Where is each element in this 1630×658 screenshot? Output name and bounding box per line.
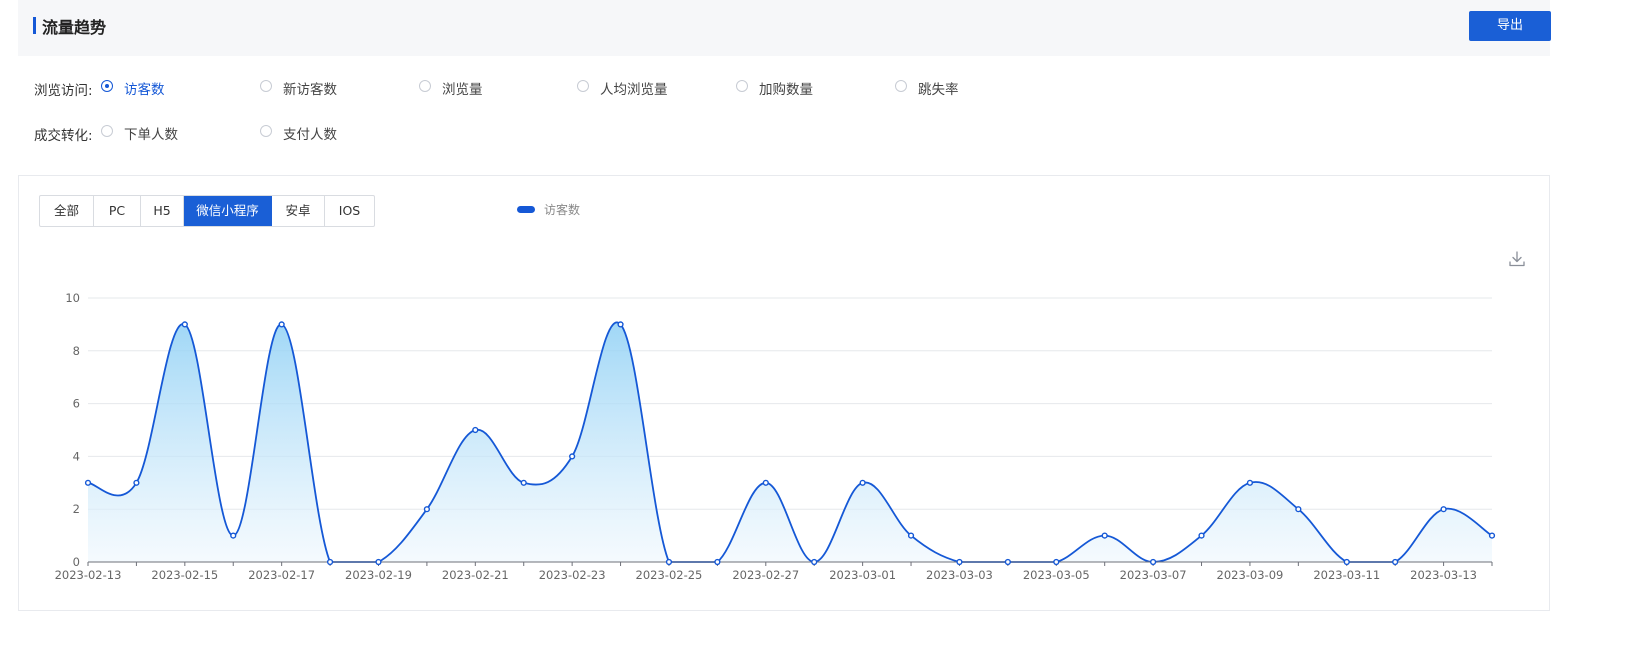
data-point[interactable] <box>762 479 769 486</box>
y-tick-label: 10 <box>65 291 80 305</box>
data-point[interactable] <box>1295 506 1302 513</box>
x-tick-label: 2023-02-21 <box>442 568 509 582</box>
data-point[interactable] <box>1392 558 1399 566</box>
data-point[interactable] <box>811 558 818 566</box>
x-tick-label: 2023-03-13 <box>1410 568 1477 582</box>
x-tick-label: 2023-02-15 <box>151 568 218 582</box>
data-point[interactable] <box>84 479 92 486</box>
y-tick-label: 2 <box>73 502 80 516</box>
y-tick-label: 8 <box>73 344 80 358</box>
data-point[interactable] <box>278 321 285 328</box>
data-point[interactable] <box>617 321 624 328</box>
data-point[interactable] <box>1150 558 1157 566</box>
data-point[interactable] <box>569 453 576 460</box>
x-tick-label: 2023-03-11 <box>1313 568 1380 582</box>
area-chart: 0 2 4 6 8 10 2023-02-13 2023-02-15 2023-02-17 202… <box>55 291 1496 582</box>
data-point[interactable] <box>1053 558 1060 566</box>
x-tick-label: 2023-03-07 <box>1120 568 1187 582</box>
x-tick-label: 2023-03-01 <box>829 568 896 582</box>
data-point[interactable] <box>133 479 140 486</box>
data-point[interactable] <box>956 558 963 566</box>
data-point[interactable] <box>859 479 866 486</box>
data-point[interactable] <box>1004 558 1011 566</box>
y-tick-label: 6 <box>73 397 80 411</box>
data-point[interactable] <box>1198 532 1205 539</box>
x-tick-label: 2023-02-23 <box>539 568 606 582</box>
x-tick-label: 2023-02-25 <box>636 568 703 582</box>
data-point[interactable] <box>520 479 527 486</box>
y-tick-label: 0 <box>73 555 80 569</box>
data-point[interactable] <box>1101 532 1108 539</box>
data-point[interactable] <box>1440 506 1447 513</box>
x-tick-label: 2023-02-17 <box>248 568 315 582</box>
x-tick-label: 2023-02-19 <box>345 568 412 582</box>
data-point[interactable] <box>181 321 188 328</box>
x-tick-label: 2023-03-03 <box>926 568 993 582</box>
data-point[interactable] <box>1246 479 1254 486</box>
data-point[interactable] <box>230 532 237 539</box>
data-point[interactable] <box>375 558 382 566</box>
y-tick-label: 4 <box>73 449 80 463</box>
x-tick-label: 2023-02-27 <box>732 568 799 582</box>
data-point[interactable] <box>907 532 915 539</box>
data-point[interactable] <box>326 558 334 566</box>
data-point[interactable] <box>1488 532 1496 539</box>
data-point[interactable] <box>1343 558 1350 566</box>
data-point[interactable] <box>665 558 673 566</box>
x-tick-label: 2023-03-05 <box>1023 568 1090 582</box>
series-area-fill <box>88 322 1492 562</box>
data-point[interactable] <box>472 426 479 434</box>
data-point[interactable] <box>714 558 721 566</box>
x-tick-label: 2023-02-13 <box>55 568 122 582</box>
x-tick-label: 2023-03-09 <box>1217 568 1284 582</box>
data-point[interactable] <box>423 506 430 513</box>
